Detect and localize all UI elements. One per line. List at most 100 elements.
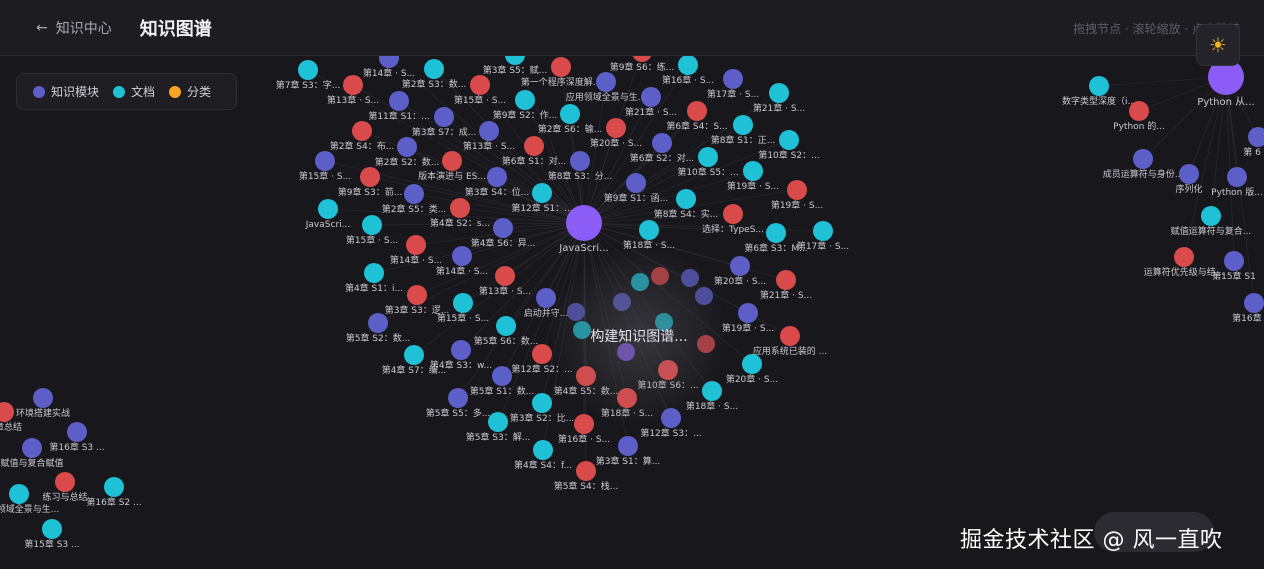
graph-node-circle[interactable] <box>352 121 372 141</box>
graph-node[interactable]: 赋值运算符与复合... <box>1171 206 1252 237</box>
graph-node[interactable]: 练习与总结 <box>42 472 88 503</box>
graph-node-circle[interactable] <box>1129 101 1149 121</box>
graph-node-circle[interactable] <box>318 199 338 219</box>
graph-node[interactable]: 成员运算符与身份... <box>1103 149 1184 180</box>
graph-node-circle[interactable] <box>551 57 571 77</box>
graph-node-circle[interactable] <box>532 344 552 364</box>
graph-node-circle[interactable] <box>362 215 382 235</box>
graph-node[interactable]: 第16章 S2 ... <box>86 477 142 508</box>
graph-node[interactable]: 第7章 S3：字... <box>276 60 341 91</box>
graph-node[interactable]: 第17章 · S... <box>707 69 759 100</box>
back-to-knowledge-center[interactable]: ← 知识中心 <box>36 18 112 38</box>
graph-node[interactable]: 第9章 S1：函... <box>604 173 669 204</box>
graph-node[interactable]: 第19章 · S... <box>722 303 774 334</box>
graph-node-circle[interactable] <box>560 104 580 124</box>
graph-node-circle[interactable] <box>742 354 762 374</box>
graph-node[interactable]: Python 版... <box>1211 167 1263 198</box>
graph-hub-node[interactable]: Python 从... <box>1197 59 1255 108</box>
graph-node-circle[interactable] <box>407 285 427 305</box>
graph-node-circle[interactable] <box>364 263 384 283</box>
graph-node-circle[interactable] <box>343 75 363 95</box>
graph-node-circle[interactable] <box>766 223 786 243</box>
graph-node[interactable]: 第15章 · S... <box>346 215 398 246</box>
graph-node-circle[interactable] <box>0 402 14 422</box>
graph-node-circle[interactable] <box>779 130 799 150</box>
graph-node-circle[interactable] <box>397 137 417 157</box>
graph-node-circle[interactable] <box>1244 293 1264 313</box>
graph-node-circle[interactable] <box>687 101 707 121</box>
graph-node[interactable]: 第16章 S3 ... <box>49 422 105 453</box>
graph-node[interactable]: 第14章 · S... <box>436 246 488 277</box>
graph-node[interactable]: JavaScri... <box>305 199 350 230</box>
graph-hub-circle[interactable] <box>566 205 602 241</box>
graph-node[interactable]: 第16章 · S <box>1232 293 1264 324</box>
graph-node[interactable]: 第4章 S1：i... <box>345 263 403 294</box>
graph-node[interactable]: 第5章 S2：数... <box>346 313 411 344</box>
graph-node-circle[interactable] <box>487 167 507 187</box>
graph-node-circle[interactable] <box>515 90 535 110</box>
graph-node-circle[interactable] <box>698 147 718 167</box>
graph-node-circle[interactable] <box>1174 247 1194 267</box>
graph-node-circle[interactable] <box>495 266 515 286</box>
graph-node-circle[interactable] <box>1179 164 1199 184</box>
graph-node-circle[interactable] <box>652 133 672 153</box>
graph-node-circle[interactable] <box>780 326 800 346</box>
graph-node-circle[interactable] <box>33 388 53 408</box>
graph-node-circle[interactable] <box>1224 251 1244 271</box>
graph-node-circle[interactable] <box>434 107 454 127</box>
graph-node-circle[interactable] <box>360 167 380 187</box>
graph-node-circle[interactable] <box>451 340 471 360</box>
graph-node-circle[interactable] <box>9 484 29 504</box>
graph-node-circle[interactable] <box>453 293 473 313</box>
graph-node[interactable]: 第17章 · S... <box>797 221 849 252</box>
graph-node-circle[interactable] <box>22 438 42 458</box>
graph-node-circle[interactable] <box>492 366 512 386</box>
graph-node-circle[interactable] <box>678 55 698 75</box>
graph-node[interactable]: 第15章 · S... <box>299 151 351 182</box>
graph-node-circle[interactable] <box>533 440 553 460</box>
graph-node-circle[interactable] <box>488 412 508 432</box>
graph-node[interactable]: 第20章 · S... <box>726 354 778 385</box>
graph-node-circle[interactable] <box>67 422 87 442</box>
graph-node-circle[interactable] <box>723 204 743 224</box>
graph-node-circle[interactable] <box>442 151 462 171</box>
graph-node-circle[interactable] <box>1248 127 1264 147</box>
graph-node-circle[interactable] <box>496 316 516 336</box>
graph-node[interactable]: 数字类型深度（i... <box>1062 76 1136 107</box>
graph-node-circle[interactable] <box>298 60 318 80</box>
graph-node-circle[interactable] <box>576 461 596 481</box>
graph-node-circle[interactable] <box>776 270 796 290</box>
graph-node-circle[interactable] <box>42 519 62 539</box>
graph-node-circle[interactable] <box>639 220 659 240</box>
graph-node-circle[interactable] <box>813 221 833 241</box>
graph-node-circle[interactable] <box>452 246 472 266</box>
theme-toggle-button[interactable]: ☀ <box>1196 24 1240 66</box>
graph-node-circle[interactable] <box>733 115 753 135</box>
graph-node-circle[interactable] <box>787 180 807 200</box>
graph-node-circle[interactable] <box>404 184 424 204</box>
graph-node-circle[interactable] <box>493 218 513 238</box>
graph-node-circle[interactable] <box>424 59 444 79</box>
graph-node-circle[interactable] <box>1227 167 1247 187</box>
graph-node-circle[interactable] <box>769 83 789 103</box>
graph-node-circle[interactable] <box>389 91 409 111</box>
graph-node-circle[interactable] <box>315 151 335 171</box>
graph-node-circle[interactable] <box>606 118 626 138</box>
graph-node-circle[interactable] <box>596 72 616 92</box>
graph-node[interactable]: 第 6 章 <box>1243 127 1264 158</box>
graph-node-circle[interactable] <box>730 256 750 276</box>
graph-node[interactable]: 第21章 · S... <box>753 83 805 114</box>
graph-node-circle[interactable] <box>104 477 124 497</box>
graph-node-circle[interactable] <box>676 189 696 209</box>
graph-node-circle[interactable] <box>738 303 758 323</box>
graph-node-circle[interactable] <box>1089 76 1109 96</box>
graph-node-circle[interactable] <box>641 87 661 107</box>
graph-node-circle[interactable] <box>618 436 638 456</box>
graph-node-circle[interactable] <box>55 472 75 492</box>
graph-node-circle[interactable] <box>743 161 763 181</box>
graph-node-circle[interactable] <box>1201 206 1221 226</box>
graph-node-circle[interactable] <box>532 393 552 413</box>
graph-node-circle[interactable] <box>368 313 388 333</box>
graph-node-circle[interactable] <box>570 151 590 171</box>
graph-node-circle[interactable] <box>479 121 499 141</box>
